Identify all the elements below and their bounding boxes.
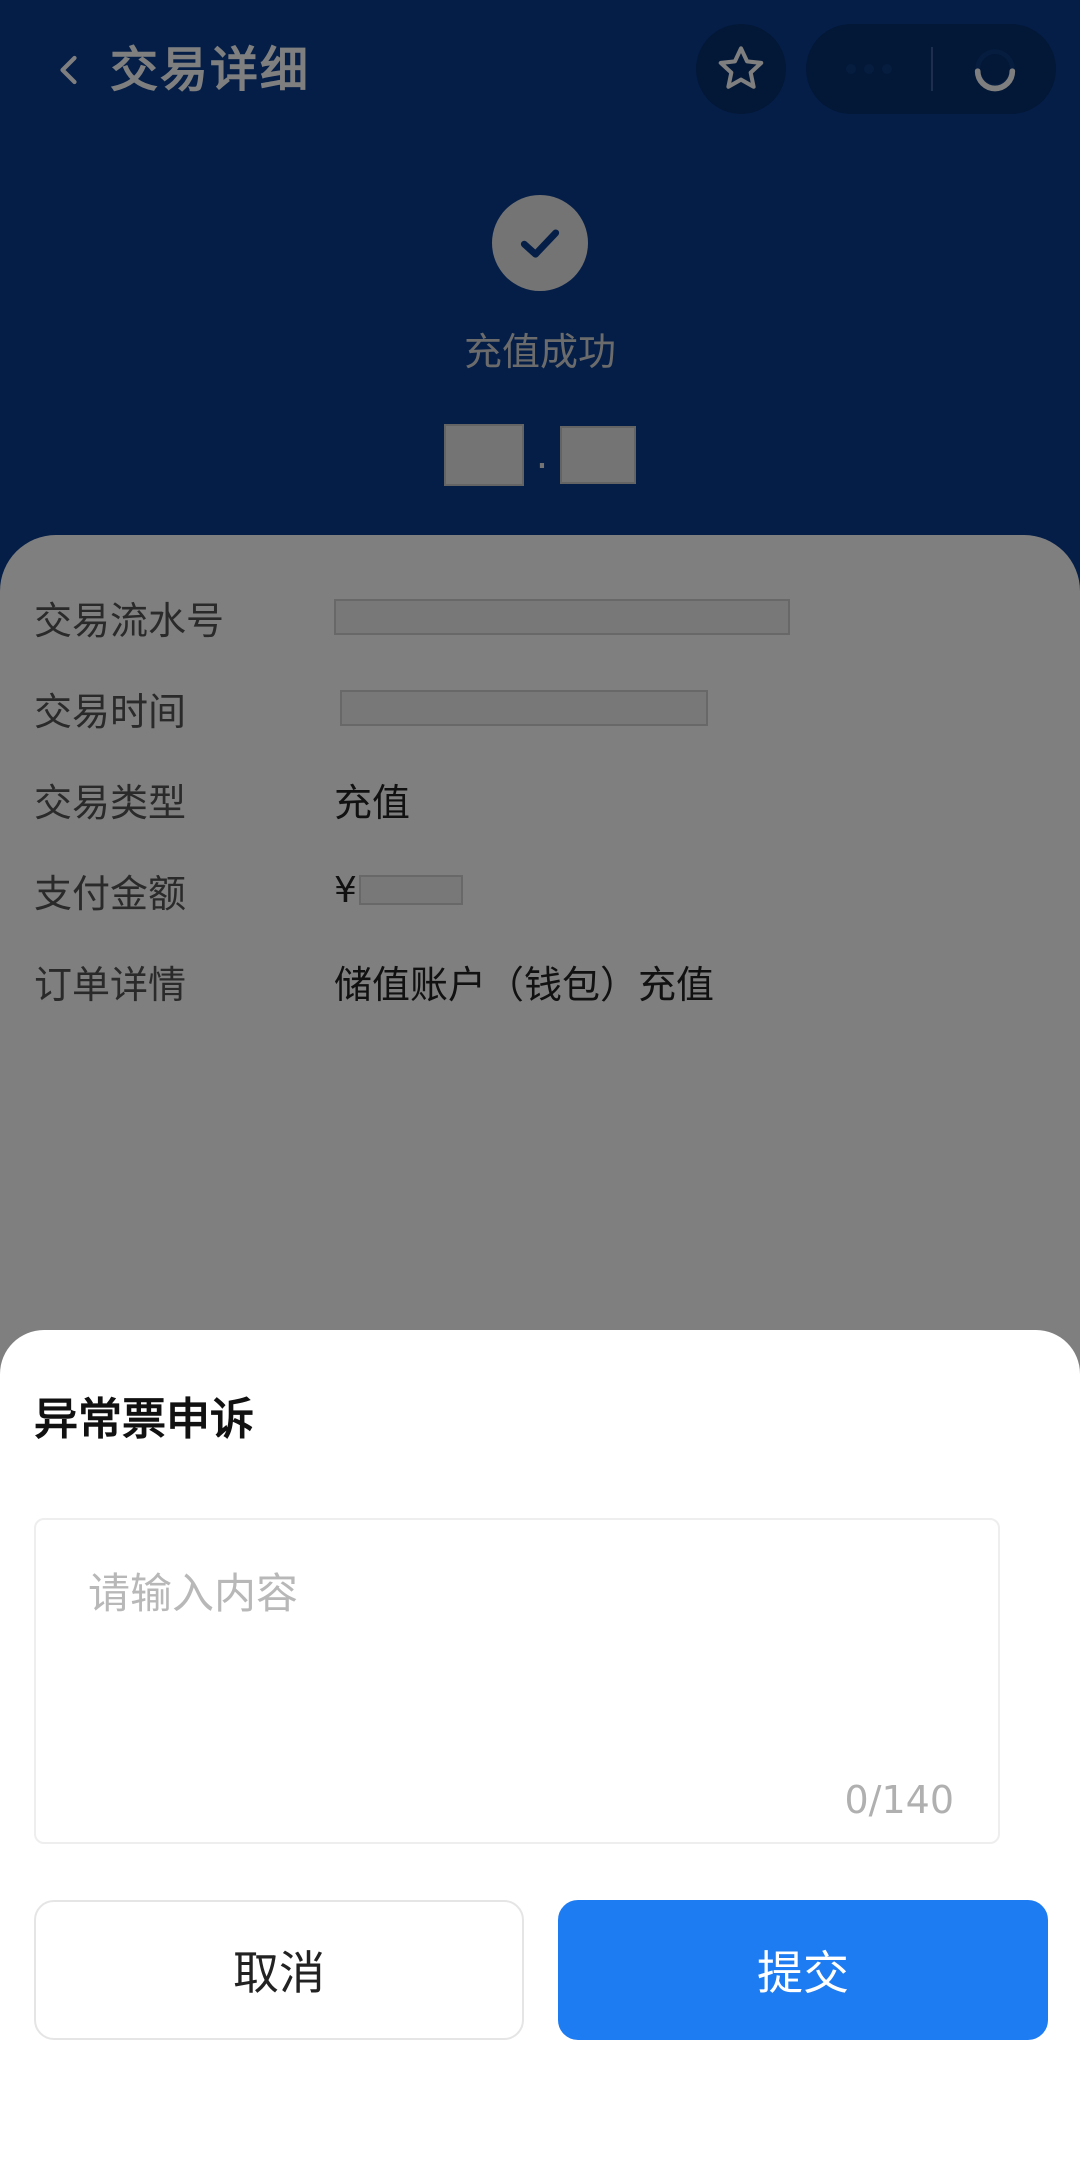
complaint-input-box: 0/140 bbox=[34, 1518, 1000, 1844]
sheet-title: 异常票申诉 bbox=[34, 1394, 254, 1445]
complaint-sheet: 异常票申诉 0/140 取消 提交 bbox=[0, 1330, 1080, 2177]
char-counter: 0/140 bbox=[844, 1778, 954, 1822]
cancel-button[interactable]: 取消 bbox=[34, 1900, 524, 2040]
submit-button[interactable]: 提交 bbox=[558, 1900, 1048, 2040]
